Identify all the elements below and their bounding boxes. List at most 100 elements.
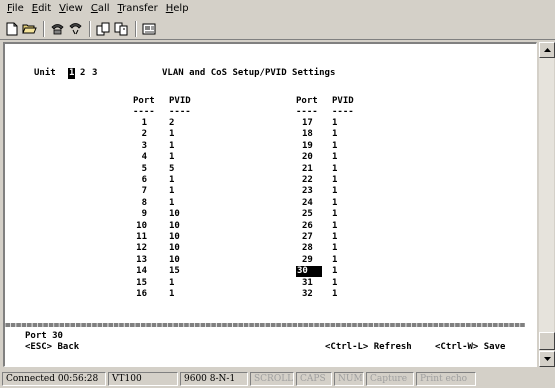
pvid-value[interactable]: 1 <box>332 118 337 129</box>
unit-option-3[interactable]: 3 <box>92 68 97 79</box>
port-number: 8 <box>141 198 147 208</box>
connect-phone-icon[interactable] <box>49 20 66 37</box>
pvid-value[interactable]: 1 <box>332 209 337 220</box>
toolbar-separator <box>135 20 137 37</box>
vertical-scrollbar[interactable] <box>538 42 555 367</box>
port-number: 15 <box>136 278 147 288</box>
pvid-value[interactable]: 1 <box>169 289 174 300</box>
selected-port-cell[interactable]: 30 <box>296 266 322 277</box>
pvid-value[interactable]: 1 <box>332 243 337 254</box>
pvid-value[interactable]: 1 <box>332 266 337 277</box>
pvid-value[interactable]: 1 <box>332 278 337 289</box>
pvid-value[interactable]: 10 <box>169 221 180 232</box>
unit-option-1[interactable]: 1 <box>68 68 76 79</box>
toolbar-separator <box>89 20 91 37</box>
pvid-value[interactable]: 1 <box>332 232 337 243</box>
menu-view[interactable]: View <box>55 1 87 16</box>
left-port-underline: ---- <box>133 107 155 117</box>
port-number: 18 <box>302 129 313 139</box>
pvid-value[interactable]: 1 <box>332 186 337 197</box>
menu-file[interactable]: File <box>3 1 28 16</box>
pvid-value[interactable]: 10 <box>169 232 180 243</box>
port-number: 16 <box>136 289 147 299</box>
port-number: 21 <box>302 164 313 174</box>
port-number: 14 <box>136 266 147 276</box>
pvid-value[interactable]: 1 <box>169 129 174 140</box>
left-port-header: Port <box>133 96 155 106</box>
refresh-hint[interactable]: <Ctrl-L> Refresh <box>325 342 412 353</box>
scroll-down-button[interactable] <box>539 351 555 367</box>
save-hint[interactable]: <Ctrl-W> Save <box>435 342 505 353</box>
print-echo-indicator: Print echo <box>416 372 476 386</box>
new-document-icon[interactable] <box>3 20 20 37</box>
unit-option-2[interactable]: 2 <box>80 68 85 79</box>
status-bar: Connected 00:56:28 VT100 9600 8-N-1 SCRO… <box>0 370 555 388</box>
port-number: 13 <box>136 255 147 265</box>
menu-help[interactable]: Help <box>162 1 193 16</box>
pvid-value[interactable]: 1 <box>332 164 337 175</box>
right-port-header: Port <box>296 96 318 106</box>
pvid-value[interactable]: 10 <box>169 255 180 266</box>
pvid-value[interactable]: 1 <box>169 175 174 186</box>
menu-transfer[interactable]: Transfer <box>114 1 162 16</box>
pvid-value[interactable]: 1 <box>332 221 337 232</box>
arrow-up-icon <box>543 48 551 52</box>
pvid-value[interactable]: 1 <box>169 152 174 163</box>
emulation-type: VT100 <box>108 372 178 386</box>
port-number: 5 <box>141 164 147 174</box>
port-number: 29 <box>302 255 313 265</box>
port-number: 20 <box>302 152 313 162</box>
menu-bar: File Edit View Call Transfer Help <box>0 0 555 17</box>
caps-indicator: CAPS <box>296 372 332 386</box>
unit-label: Unit <box>34 68 56 78</box>
scroll-up-button[interactable] <box>539 42 555 58</box>
pvid-value[interactable]: 15 <box>169 266 180 277</box>
terminal-screen[interactable]: Unit 1 2 3 VLAN and CoS Setup/PVID Setti… <box>5 44 536 366</box>
port-number: 7 <box>141 186 147 196</box>
port-number: 2 <box>141 129 147 139</box>
open-folder-icon[interactable] <box>21 20 38 37</box>
port-number: 23 <box>302 186 313 196</box>
pvid-value[interactable]: 5 <box>169 164 174 175</box>
port-number: 28 <box>302 243 313 253</box>
toolbar-separator <box>43 20 45 37</box>
port-number: 17 <box>302 118 313 128</box>
pvid-value[interactable]: 1 <box>169 186 174 197</box>
port-number: 6 <box>141 175 147 185</box>
port-settings: 9600 8-N-1 <box>180 372 248 386</box>
pvid-value[interactable]: 1 <box>332 141 337 152</box>
separator-line: ========================================… <box>5 321 526 331</box>
right-pvid-header: PVID <box>332 96 354 106</box>
pvid-value[interactable]: 1 <box>332 175 337 186</box>
pvid-value[interactable]: 1 <box>169 278 174 289</box>
pvid-value[interactable]: 1 <box>332 198 337 209</box>
menu-call[interactable]: Call <box>87 1 114 16</box>
pvid-value[interactable]: 1 <box>169 141 174 152</box>
port-number: 12 <box>136 243 147 253</box>
esc-back-hint[interactable]: <ESC> Back <box>25 342 79 353</box>
connection-time: Connected 00:56:28 <box>2 372 106 386</box>
send-file-icon[interactable] <box>95 20 112 37</box>
pvid-value[interactable]: 1 <box>332 129 337 140</box>
pvid-value[interactable]: 1 <box>332 289 337 300</box>
port-number: 22 <box>302 175 313 185</box>
port-number: 25 <box>302 209 313 219</box>
left-pvid-underline: ---- <box>169 107 191 117</box>
pvid-value[interactable]: 10 <box>169 243 180 254</box>
pvid-value[interactable]: 10 <box>169 209 180 220</box>
pvid-value[interactable]: 1 <box>169 198 174 209</box>
port-number: 1 <box>141 118 147 128</box>
properties-icon[interactable] <box>141 20 158 37</box>
left-pvid-header: PVID <box>169 96 191 106</box>
pvid-value[interactable]: 1 <box>332 255 337 266</box>
pvid-value[interactable]: 1 <box>332 152 337 163</box>
receive-file-icon[interactable] <box>113 20 130 37</box>
scroll-thumb[interactable] <box>539 332 555 350</box>
right-port-underline: ---- <box>296 107 318 117</box>
port-number: 26 <box>302 221 313 231</box>
disconnect-icon[interactable] <box>67 20 84 37</box>
pvid-value[interactable]: 2 <box>169 118 174 129</box>
port-number: 9 <box>141 209 147 219</box>
menu-edit[interactable]: Edit <box>28 1 55 16</box>
terminal-window[interactable]: Unit 1 2 3 VLAN and CoS Setup/PVID Setti… <box>3 42 537 367</box>
